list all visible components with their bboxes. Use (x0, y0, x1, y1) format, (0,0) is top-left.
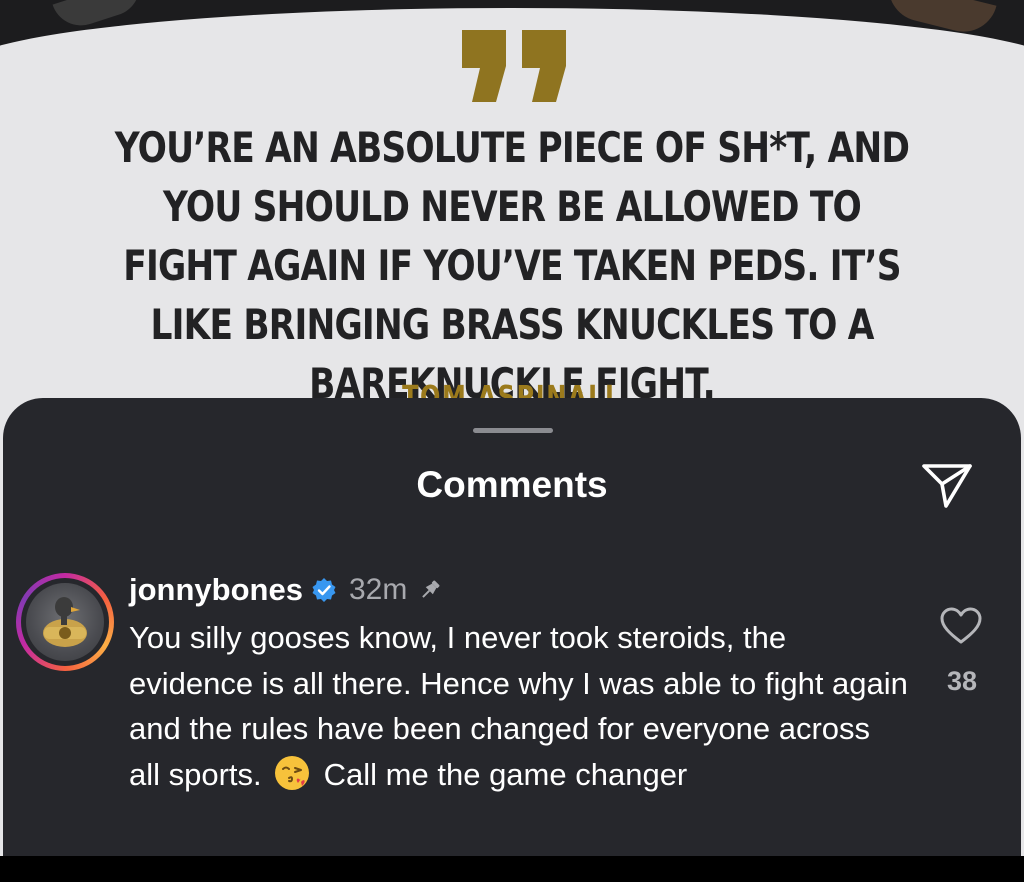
pin-icon (422, 580, 440, 598)
comment-time: 32m (348, 573, 408, 606)
face-blowing-kiss-icon (274, 755, 309, 790)
comments-title: Comments (416, 464, 608, 505)
comment-header: jonnybones 32m (129, 568, 443, 612)
screen: YOU’RE AN ABSOLUTE PIECE OF SH*T, AND YO… (0, 0, 1024, 882)
username[interactable]: jonnybones (129, 572, 303, 608)
verified-badge-icon (312, 578, 336, 602)
heart-icon[interactable] (939, 606, 983, 646)
avatar (26, 583, 104, 661)
quote-text: YOU’RE AN ABSOLUTE PIECE OF SH*T, AND YO… (114, 123, 910, 408)
like-count: 38 (946, 666, 978, 696)
goose-avatar-icon (43, 597, 87, 647)
sheet-grabber[interactable] (473, 428, 553, 433)
comment-text-end: Call me the game changer (323, 756, 688, 792)
comment-item: jonnybones 32m You silly gooses know, I … (3, 568, 1021, 858)
comment-text: You silly gooses know, I never took ster… (129, 615, 909, 797)
avatar-story-ring[interactable] (16, 573, 114, 671)
quote-mark-icon (462, 30, 566, 102)
comments-sheet: Comments jonnybones 32m You silly gooses… (3, 398, 1021, 858)
share-icon[interactable] (921, 462, 973, 510)
bottom-bar (0, 856, 1024, 882)
